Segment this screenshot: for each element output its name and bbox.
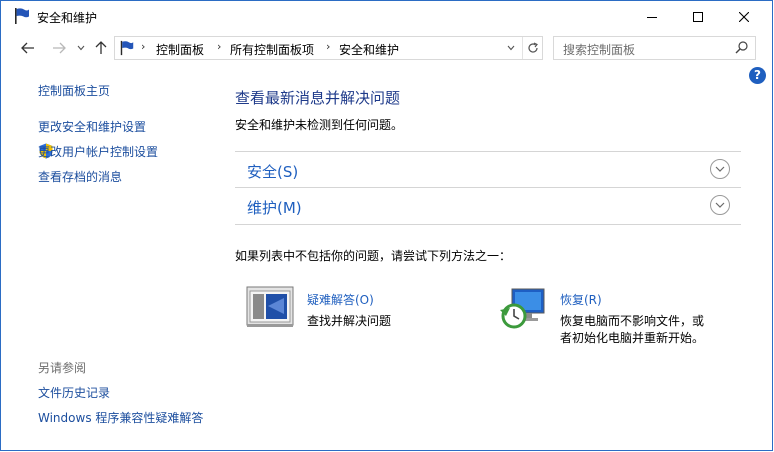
- flag-icon: [119, 40, 135, 59]
- title-bar: 安全和维护: [1, 1, 772, 32]
- refresh-button[interactable]: [522, 37, 543, 59]
- hint-text: 如果列表中不包括你的问题，请尝试下列方法之一：: [235, 249, 512, 263]
- chevron-down-icon[interactable]: [710, 195, 730, 215]
- maximize-button[interactable]: [675, 1, 721, 32]
- minimize-button[interactable]: [629, 1, 675, 32]
- troubleshooting-icon[interactable]: [246, 286, 294, 331]
- forward-button[interactable]: [49, 38, 69, 58]
- search-box[interactable]: 搜索控制面板: [553, 36, 756, 60]
- recovery-icon[interactable]: [498, 286, 546, 333]
- see-also-heading: 另请参阅: [38, 361, 87, 375]
- sidebar-link-uac-settings[interactable]: 更改用户帐户控制设置: [38, 143, 158, 160]
- see-also-compat-troubleshooter[interactable]: Windows 程序兼容性疑难解答: [38, 409, 203, 426]
- chevron-right-icon[interactable]: ›: [217, 40, 221, 53]
- up-button[interactable]: [93, 38, 109, 58]
- troubleshooting-desc: 查找并解决问题: [307, 314, 392, 328]
- window: 安全和维护 › 控制面板 › 所有控制面板项 › 安全和维护 搜索控制面板 ? …: [0, 0, 773, 451]
- chevron-right-icon[interactable]: ›: [141, 40, 145, 53]
- recovery-link[interactable]: 恢复(R): [560, 291, 602, 308]
- sidebar-link-home[interactable]: 控制面板主页: [38, 82, 110, 99]
- help-icon[interactable]: ?: [749, 67, 766, 84]
- recent-locations-button[interactable]: [74, 38, 88, 58]
- navigation-bar: › 控制面板 › 所有控制面板项 › 安全和维护 搜索控制面板: [1, 32, 772, 65]
- breadcrumb-all-items[interactable]: 所有控制面板项: [230, 41, 314, 58]
- sidebar-link-security-settings[interactable]: 更改安全和维护设置: [38, 118, 146, 135]
- sidebar-link-archived-messages[interactable]: 查看存档的消息: [38, 168, 122, 185]
- page-title: 查看最新消息并解决问题: [235, 89, 401, 107]
- status-message: 安全和维护未检测到任何问题。: [235, 118, 404, 132]
- chevron-right-icon[interactable]: ›: [326, 40, 330, 53]
- chevron-down-icon[interactable]: [710, 159, 730, 179]
- see-also-file-history[interactable]: 文件历史记录: [38, 384, 110, 401]
- recovery-desc: 恢复电脑而不影响文件，或者初始化电脑并重新开始。: [560, 314, 705, 345]
- search-placeholder[interactable]: 搜索控制面板: [563, 41, 635, 58]
- section-maintenance[interactable]: 维护(M): [235, 187, 741, 225]
- address-dropdown-button[interactable]: [501, 37, 521, 59]
- troubleshooting-link[interactable]: 疑难解答(O): [307, 291, 374, 308]
- breadcrumb-control-panel[interactable]: 控制面板: [156, 41, 204, 58]
- search-icon[interactable]: [735, 41, 748, 57]
- section-maintenance-label[interactable]: 维护(M): [247, 197, 302, 218]
- section-security-label[interactable]: 安全(S): [247, 161, 298, 182]
- breadcrumb-security-maintenance[interactable]: 安全和维护: [339, 41, 399, 58]
- section-security[interactable]: 安全(S): [235, 151, 741, 188]
- close-button[interactable]: [721, 1, 767, 32]
- flag-icon: [13, 7, 31, 25]
- address-bar[interactable]: › 控制面板 › 所有控制面板项 › 安全和维护: [114, 36, 543, 60]
- window-title: 安全和维护: [37, 11, 98, 25]
- back-button[interactable]: [18, 38, 38, 58]
